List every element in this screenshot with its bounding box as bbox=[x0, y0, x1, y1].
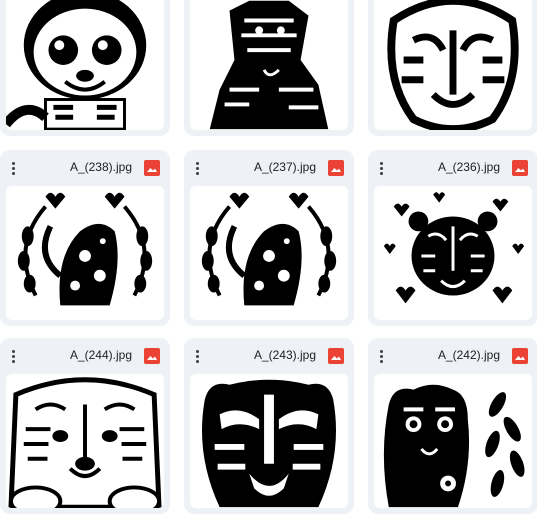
more-vert-icon[interactable] bbox=[376, 346, 386, 366]
more-vert-icon[interactable] bbox=[192, 346, 202, 366]
realistic-tiger-face-thumbnail bbox=[6, 374, 164, 508]
image-file-icon bbox=[144, 160, 160, 176]
file-name: A_(237).jpg bbox=[253, 160, 316, 174]
file-thumbnail[interactable] bbox=[190, 374, 348, 508]
file-card[interactable]: A_(243).jpg bbox=[184, 338, 354, 514]
file-thumbnail[interactable] bbox=[374, 374, 532, 508]
file-card[interactable] bbox=[184, 0, 354, 136]
tiger-floral-wreath-thumbnail bbox=[190, 186, 348, 320]
file-card[interactable]: A_(244).jpg bbox=[0, 338, 170, 514]
more-vert-icon[interactable] bbox=[192, 158, 202, 178]
image-file-icon bbox=[512, 348, 528, 364]
image-file-icon bbox=[144, 348, 160, 364]
image-file-icon bbox=[328, 160, 344, 176]
file-card[interactable]: A_(236).jpg bbox=[368, 150, 537, 326]
cartoon-tiger-cub-thumbnail bbox=[6, 0, 164, 130]
file-card[interactable] bbox=[368, 0, 537, 136]
file-card-header: A_(243).jpg bbox=[184, 338, 354, 374]
file-name: A_(238).jpg bbox=[69, 160, 132, 174]
file-card-header: A_(238).jpg bbox=[0, 150, 170, 186]
image-file-icon bbox=[512, 160, 528, 176]
file-card-header: A_(244).jpg bbox=[0, 338, 170, 374]
tiger-face-hearts-thumbnail bbox=[374, 186, 532, 320]
file-thumbnail[interactable] bbox=[6, 0, 164, 130]
file-thumbnail[interactable] bbox=[374, 0, 532, 130]
tiger-face-line-art-thumbnail bbox=[374, 0, 532, 130]
file-name: A_(236).jpg bbox=[437, 160, 500, 174]
file-name: A_(244).jpg bbox=[69, 348, 132, 362]
file-card[interactable] bbox=[0, 0, 170, 136]
more-vert-icon[interactable] bbox=[8, 346, 18, 366]
file-thumbnail[interactable] bbox=[6, 186, 164, 320]
more-vert-icon[interactable] bbox=[8, 158, 18, 178]
sitting-tiger-cub-thumbnail bbox=[190, 0, 348, 130]
tiger-cub-in-leaves-thumbnail bbox=[374, 374, 532, 508]
file-card-header: A_(242).jpg bbox=[368, 338, 537, 374]
more-vert-icon[interactable] bbox=[376, 158, 386, 178]
file-card[interactable]: A_(242).jpg bbox=[368, 338, 537, 514]
file-name: A_(243).jpg bbox=[253, 348, 316, 362]
file-name: A_(242).jpg bbox=[437, 348, 500, 362]
file-thumbnail[interactable] bbox=[190, 186, 348, 320]
tiger-head-stencil-thumbnail bbox=[190, 374, 348, 508]
image-file-icon bbox=[328, 348, 344, 364]
tiger-floral-wreath-thumbnail bbox=[6, 186, 164, 320]
file-thumbnail[interactable] bbox=[190, 0, 348, 130]
file-card-header: A_(236).jpg bbox=[368, 150, 537, 186]
file-thumbnail[interactable] bbox=[6, 374, 164, 508]
file-card-header: A_(237).jpg bbox=[184, 150, 354, 186]
file-thumbnail[interactable] bbox=[374, 186, 532, 320]
file-card[interactable]: A_(238).jpg bbox=[0, 150, 170, 326]
file-card[interactable]: A_(237).jpg bbox=[184, 150, 354, 326]
